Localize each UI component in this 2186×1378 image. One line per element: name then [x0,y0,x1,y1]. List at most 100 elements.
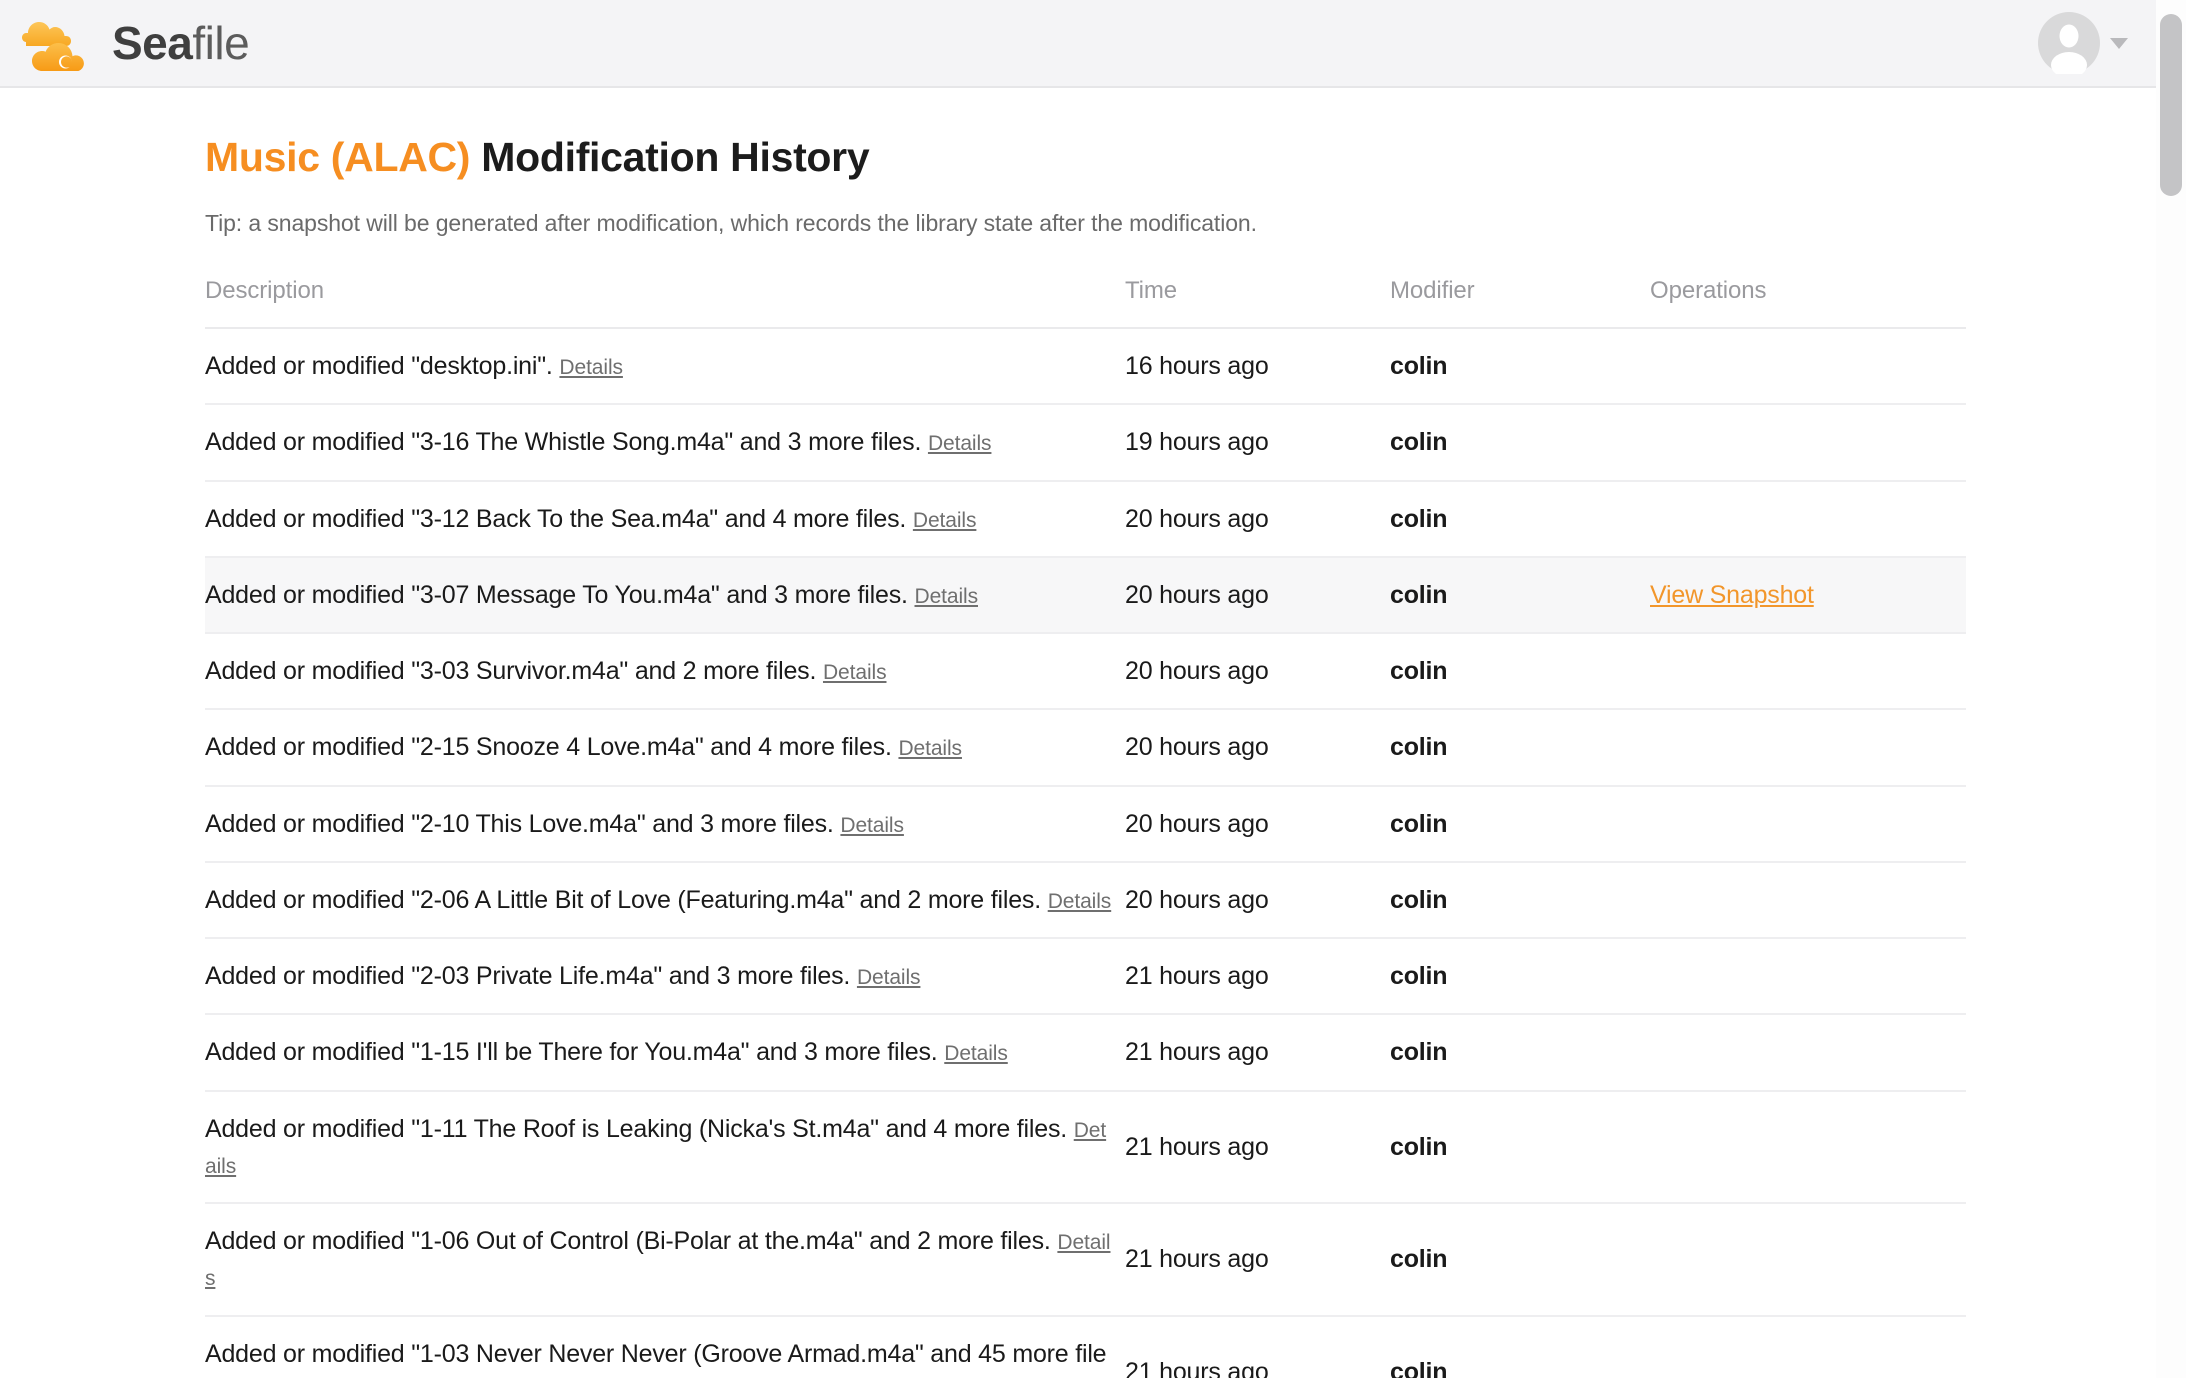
row-time: 20 hours ago [1125,504,1269,533]
description-text: Added or modified "3-07 Message To You.m… [205,580,915,609]
details-link[interactable]: Details [944,1042,1008,1065]
details-link[interactable]: Details [913,509,977,532]
row-description: Added or modified "2-03 Private Life.m4a… [205,938,1125,1014]
row-operations [1650,1203,1966,1316]
table-row: Added or modified "desktop.ini". Details… [205,328,1966,405]
page-scrollbar-thumb[interactable] [2160,14,2182,196]
table-row: Added or modified "2-03 Private Life.m4a… [205,938,1966,1015]
description-text: Added or modified "2-15 Snooze 4 Love.m4… [205,733,899,762]
repo-name-text: Music (ALAC) [205,134,471,180]
account-menu[interactable] [2038,12,2128,74]
details-link[interactable]: Details [559,356,623,379]
row-modifier: colin [1390,1132,1448,1161]
row-operations [1650,404,1966,480]
row-modifier: colin [1390,657,1448,685]
view-snapshot-link[interactable]: View Snapshot [1650,581,1814,609]
row-description: Added or modified "1-11 The Roof is Leak… [205,1091,1125,1204]
row-description: Added or modified "3-03 Survivor.m4a" an… [205,633,1125,709]
row-time: 16 hours ago [1125,352,1269,380]
row-modifier: colin [1390,733,1448,762]
row-time: 19 hours ago [1125,428,1269,457]
row-modifier: colin [1390,962,1448,990]
page-scrollbar-track[interactable] [2156,0,2186,1378]
row-description: Added or modified "3-12 Back To the Sea.… [205,481,1125,557]
row-operations [1650,862,1966,938]
row-operations [1650,328,1966,404]
description-text: Added or modified "2-03 Private Life.m4a… [205,962,857,990]
row-modifier: colin [1390,580,1448,609]
row-description: Added or modified "desktop.ini". Details [205,328,1125,404]
description-text: Added or modified "3-12 Back To the Sea.… [205,504,913,533]
tip-text: Tip: a snapshot will be generated after … [205,210,1257,236]
row-time: 21 hours ago [1125,1245,1269,1274]
chevron-down-icon[interactable] [2110,37,2128,49]
modification-history-table: Description Time Modifier Operations Add… [205,277,1966,1378]
row-operations [1650,709,1966,785]
row-modifier: colin [1390,428,1448,457]
description-text: Added or modified "2-10 This Love.m4a" a… [205,809,841,838]
column-header-operations: Operations [1650,277,1767,304]
brand-logo-link[interactable]: Seafile [22,15,250,71]
details-link[interactable]: Details [1048,890,1112,913]
row-operations [1650,1091,1966,1204]
details-link[interactable]: Details [823,661,887,684]
row-time: 20 hours ago [1125,657,1269,685]
brand-file-text: file [192,17,250,69]
row-modifier: colin [1390,809,1448,838]
table-body: Added or modified "desktop.ini". Details… [205,328,1966,1378]
row-description: Added or modified "2-06 A Little Bit of … [205,862,1125,938]
row-time: 20 hours ago [1125,580,1269,609]
table-row: Added or modified "3-12 Back To the Sea.… [205,481,1966,557]
column-header-modifier: Modifier [1390,277,1475,304]
row-time: 20 hours ago [1125,885,1269,914]
description-text: Added or modified "3-03 Survivor.m4a" an… [205,657,823,685]
row-time: 21 hours ago [1125,1038,1269,1067]
row-modifier: colin [1390,1038,1448,1067]
row-description: Added or modified "1-15 I'll be There fo… [205,1014,1125,1090]
description-text: Added or modified "1-03 Never Never Neve… [205,1339,1107,1378]
user-avatar-icon[interactable] [2038,12,2100,74]
page-title-suffix: Modification History [470,134,870,180]
row-description: Added or modified "2-15 Snooze 4 Love.m4… [205,709,1125,785]
table-row: Added or modified "1-03 Never Never Neve… [205,1316,1966,1378]
table-header-row: Description Time Modifier Operations [205,277,1966,328]
table-row: Added or modified "3-03 Survivor.m4a" an… [205,633,1966,710]
brand-sea-text: Sea [112,17,193,69]
row-description: Added or modified "3-07 Message To You.m… [205,557,1125,633]
details-link[interactable]: Details [898,737,962,760]
page-title: Music (ALAC) Modification History [205,134,1966,181]
description-text: Added or modified "1-11 The Roof is Leak… [205,1114,1074,1143]
top-header-bar: Seafile [0,0,2186,88]
column-header-time: Time [1125,277,1178,304]
row-modifier: colin [1390,352,1448,380]
description-text: Added or modified "2-06 A Little Bit of … [205,885,1048,914]
row-operations: View Snapshot [1650,557,1966,633]
row-description: Added or modified "3-16 The Whistle Song… [205,404,1125,480]
row-time: 20 hours ago [1125,809,1269,838]
row-description: Added or modified "1-06 Out of Control (… [205,1203,1125,1316]
details-link[interactable]: Details [928,432,992,455]
table-row: Added or modified "1-06 Out of Control (… [205,1203,1966,1316]
row-time: 21 hours ago [1125,1132,1269,1161]
row-operations [1650,481,1966,557]
row-operations [1650,786,1966,862]
row-time: 20 hours ago [1125,733,1269,762]
details-link[interactable]: Details [857,966,921,989]
row-operations [1650,1316,1966,1378]
row-modifier: colin [1390,1357,1448,1378]
description-text: Added or modified "1-06 Out of Control (… [205,1227,1058,1255]
details-link[interactable]: Details [840,814,904,837]
page-content: Music (ALAC) Modification History Tip: a… [0,88,2186,1378]
table-row: Added or modified "1-15 I'll be There fo… [205,1014,1966,1091]
row-modifier: colin [1390,1245,1448,1274]
details-link[interactable]: Details [915,585,979,608]
row-time: 21 hours ago [1125,962,1269,990]
table-row: Added or modified "2-15 Snooze 4 Love.m4… [205,709,1966,786]
row-modifier: colin [1390,504,1448,533]
table-row: Added or modified "2-10 This Love.m4a" a… [205,786,1966,862]
description-text: Added or modified "desktop.ini". [205,352,560,380]
brand-wordmark: Seafile [112,17,250,69]
description-text: Added or modified "1-15 I'll be There fo… [205,1038,945,1067]
description-text: Added or modified "3-16 The Whistle Song… [205,428,928,457]
column-header-description: Description [205,277,324,304]
